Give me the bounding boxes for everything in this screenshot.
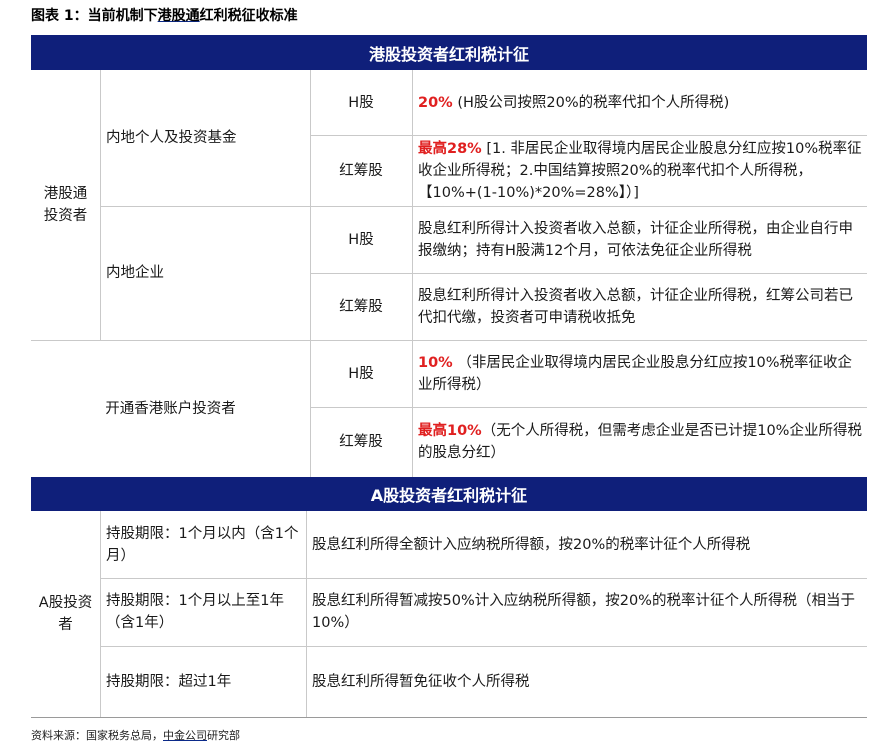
tax-description: 股息红利所得全额计入应纳税所得额，按20%的税率计征个人所得税 (306, 511, 867, 578)
investor-group-hk: 港股通投资者 (31, 70, 100, 340)
figure-title-post: 红利税征收标准 (199, 8, 298, 24)
share-type-label: H股 (348, 365, 374, 382)
tax-description-text: 股息红利所得计入投资者收入总额，计征企业所得税，由企业自行申报缴纳；持有H股满1… (418, 220, 853, 259)
tax-rate-highlight: 20% (418, 94, 453, 111)
holding-period: 持股期限：1个月以内（含1个月） (100, 511, 306, 578)
share-type-label: 红筹股 (339, 162, 383, 179)
tax-description-text: 股息红利所得暂免征收个人所得税 (312, 673, 530, 690)
holding-period-label: 持股期限：1个月以上至1年（含1年） (106, 593, 284, 631)
tax-rate-highlight: 最高28% (418, 140, 482, 157)
investor-type-label: 内地企业 (106, 265, 164, 281)
investor-type: 内地个人及投资基金 (100, 70, 310, 206)
tax-description: 最高10%（无个人所得税，但需考虑企业是否已计提10%企业所得税的股息分红） (412, 407, 867, 477)
tax-description-text: 股息红利所得暂减按50%计入应纳税所得额，按20%的税率计征个人所得税（相当于1… (312, 593, 855, 631)
share-type: 红筹股 (310, 407, 412, 477)
figure-title-underlined: 港股通 (157, 8, 200, 24)
a-share-section-header-text: A股投资者红利税计征 (370, 486, 528, 505)
tax-description: 股息红利所得计入投资者收入总额，计征企业所得税，红筹公司若已代扣代缴，投资者可申… (412, 273, 867, 340)
tax-description-text: 股息红利所得计入投资者收入总额，计征企业所得税，红筹公司若已代扣代缴，投资者可申… (418, 287, 853, 326)
investor-type: 开通香港账户投资者 (31, 340, 310, 477)
share-type: H股 (310, 340, 412, 407)
hk-section-header: 港股投资者红利税计征 (31, 35, 867, 70)
investor-group-a: A股投资者 (31, 511, 100, 717)
share-type-label: 红筹股 (339, 434, 383, 450)
share-type-label: H股 (348, 231, 374, 248)
share-type: H股 (310, 206, 412, 273)
bottom-rule (31, 717, 867, 718)
tax-description: 10% （非居民企业取得境内居民企业股息分红应按10%税率征收企业所得税） (412, 340, 867, 407)
holding-period: 持股期限：超过1年 (100, 646, 306, 717)
investor-type-label: 内地个人及投资基金 (106, 130, 237, 146)
tax-rate-highlight: 10% (418, 354, 453, 371)
investor-type: 内地企业 (100, 206, 310, 340)
tax-description: 最高28% [1. 非居民企业取得境内居民企业股息分红应按10%税率征收企业所得… (412, 135, 867, 206)
share-type-label: 红筹股 (339, 298, 383, 315)
tax-description-text: 股息红利所得全额计入应纳税所得额，按20%的税率计征个人所得税 (312, 536, 751, 553)
investor-group-hk-label: 港股通投资者 (43, 186, 88, 224)
holding-period: 持股期限：1个月以上至1年（含1年） (100, 578, 306, 646)
hk-section-header-text: 港股投资者红利税计征 (368, 44, 529, 64)
figure-title: 图表 1：当前机制下港股通红利税征收标准 (31, 5, 298, 25)
source-underlined: 中金公司 (163, 729, 207, 742)
figure-title-pre: 图表 1：当前机制下 (31, 8, 158, 24)
investor-group-a-label: A股投资者 (38, 595, 93, 633)
holding-period-label: 持股期限：超过1年 (106, 673, 232, 690)
source-prefix: 资料来源：国家税务总局， (31, 729, 163, 742)
tax-description: 股息红利所得暂免征收个人所得税 (306, 646, 867, 717)
share-type: H股 (310, 70, 412, 135)
a-share-section-header: A股投资者红利税计征 (31, 477, 867, 511)
holding-period-label: 持股期限：1个月以内（含1个月） (106, 525, 299, 564)
source-suffix: 研究部 (207, 729, 240, 742)
tax-description-text: (H股公司按照20%的税率代扣个人所得税) (452, 94, 730, 111)
tax-description-text: [1. 非居民企业取得境内居民企业股息分红应按10%税率征收企业所得税；2.中国… (418, 140, 862, 201)
share-type-label: H股 (348, 94, 374, 111)
share-type: 红筹股 (310, 273, 412, 340)
share-type: 红筹股 (310, 135, 412, 206)
tax-description: 股息红利所得暂减按50%计入应纳税所得额，按20%的税率计征个人所得税（相当于1… (306, 578, 867, 646)
investor-type-label: 开通香港账户投资者 (105, 400, 236, 417)
tax-description: 20% (H股公司按照20%的税率代扣个人所得税) (412, 70, 867, 135)
tax-rate-highlight: 最高10% (418, 423, 482, 439)
tax-description: 股息红利所得计入投资者收入总额，计征企业所得税，由企业自行申报缴纳；持有H股满1… (412, 206, 867, 273)
tax-description-text: （无个人所得税，但需考虑企业是否已计提10%企业所得税的股息分红） (418, 423, 862, 461)
source-note: 资料来源：国家税务总局，中金公司研究部 (31, 727, 240, 743)
tax-description-text: （非居民企业取得境内居民企业股息分红应按10%税率征收企业所得税） (418, 354, 853, 393)
